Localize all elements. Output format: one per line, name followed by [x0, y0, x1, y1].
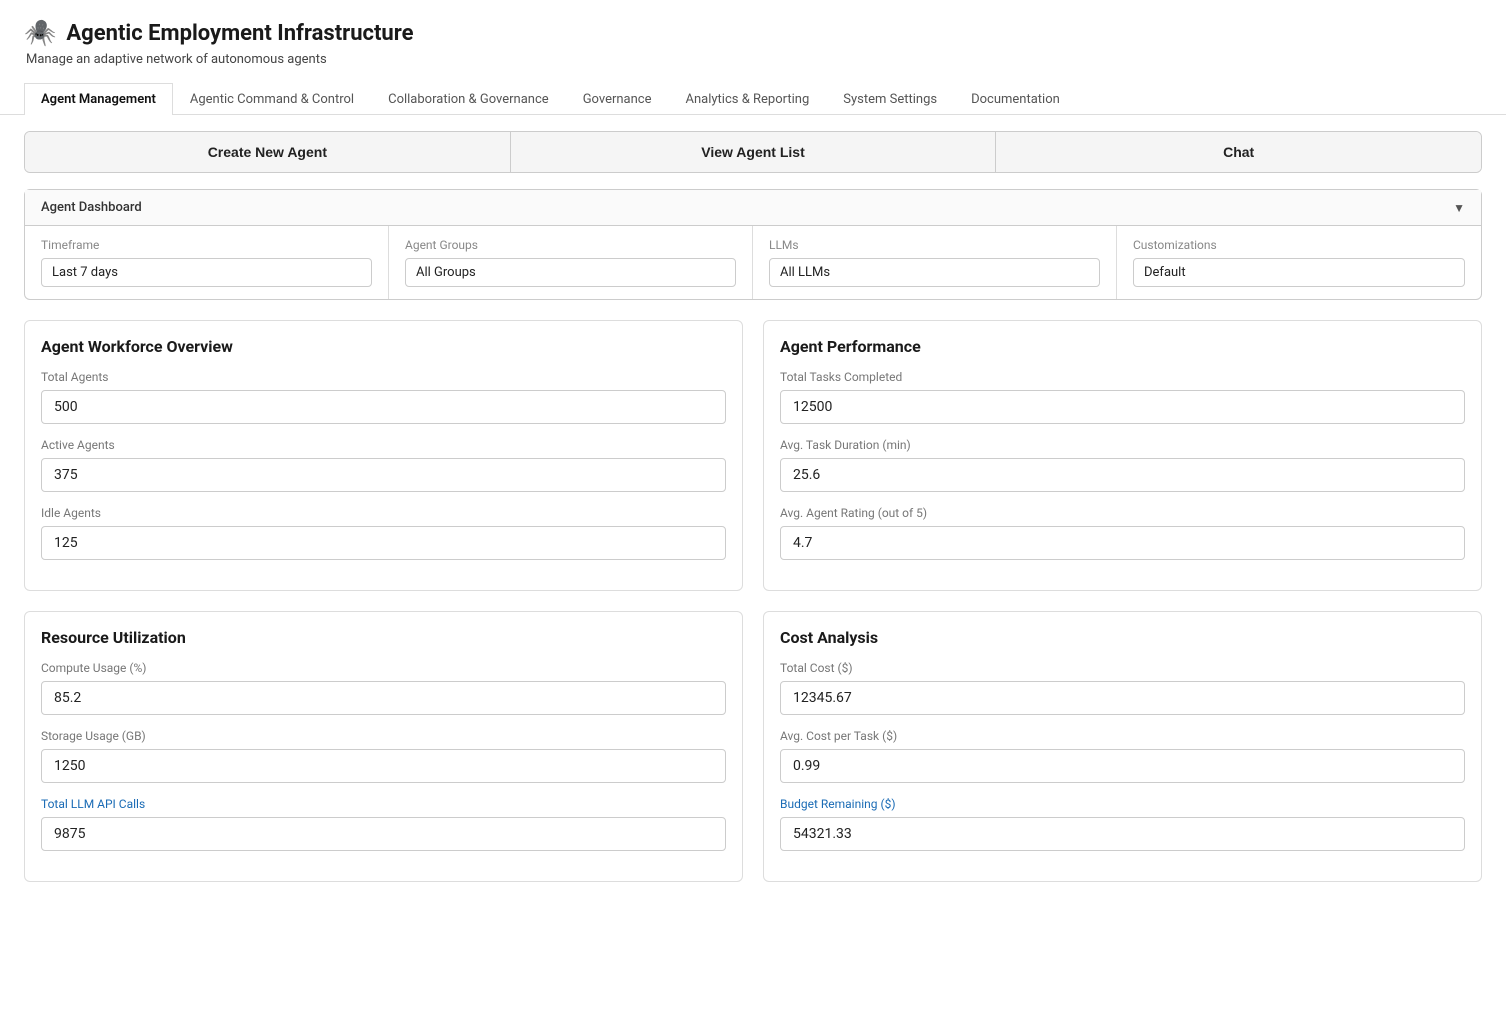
customizations-label: Customizations: [1133, 238, 1465, 252]
dashboard-header[interactable]: Agent Dashboard ▼: [25, 190, 1481, 226]
budget-remaining-group: Budget Remaining ($) 54321.33: [780, 797, 1465, 851]
total-agents-group: Total Agents 500: [41, 370, 726, 424]
customizations-filter: Customizations Default: [1117, 226, 1481, 299]
app-header: 🕷️ Agentic Employment Infrastructure Man…: [0, 0, 1506, 73]
timeframe-label: Timeframe: [41, 238, 372, 252]
compute-label: Compute Usage (%): [41, 661, 726, 675]
budget-label: Budget Remaining ($): [780, 797, 1465, 811]
top-metrics-row: Agent Workforce Overview Total Agents 50…: [24, 320, 1482, 591]
storage-usage-group: Storage Usage (GB) 1250: [41, 729, 726, 783]
chevron-down-icon: ▼: [1453, 201, 1465, 215]
app-title: 🕷️ Agentic Employment Infrastructure: [24, 18, 1482, 48]
customizations-value[interactable]: Default: [1133, 258, 1465, 287]
idle-agents-label: Idle Agents: [41, 506, 726, 520]
avg-cost-value: 0.99: [780, 749, 1465, 783]
tab-analytics-reporting[interactable]: Analytics & Reporting: [669, 83, 827, 115]
agent-groups-label: Agent Groups: [405, 238, 736, 252]
tab-bar: Agent Management Agentic Command & Contr…: [0, 83, 1506, 115]
chat-button[interactable]: Chat: [996, 132, 1481, 172]
main-content: Create New Agent View Agent List Chat Ag…: [0, 115, 1506, 918]
avg-rating-value: 4.7: [780, 526, 1465, 560]
agent-dashboard: Agent Dashboard ▼ Timeframe Last 7 days …: [24, 189, 1482, 300]
action-buttons: Create New Agent View Agent List Chat: [24, 131, 1482, 173]
llms-filter: LLMs All LLMs: [753, 226, 1117, 299]
agent-groups-value[interactable]: All Groups: [405, 258, 736, 287]
tab-agentic-command[interactable]: Agentic Command & Control: [173, 83, 371, 115]
total-cost-value: 12345.67: [780, 681, 1465, 715]
agent-performance-section: Agent Performance Total Tasks Completed …: [763, 320, 1482, 591]
avg-cost-group: Avg. Cost per Task ($) 0.99: [780, 729, 1465, 783]
llm-api-group: Total LLM API Calls 9875: [41, 797, 726, 851]
idle-agents-value: 125: [41, 526, 726, 560]
active-agents-value: 375: [41, 458, 726, 492]
view-agent-list-button[interactable]: View Agent List: [511, 132, 997, 172]
cost-title: Cost Analysis: [780, 628, 1465, 647]
total-agents-value: 500: [41, 390, 726, 424]
timeframe-value[interactable]: Last 7 days: [41, 258, 372, 287]
tasks-completed-value: 12500: [780, 390, 1465, 424]
total-cost-group: Total Cost ($) 12345.67: [780, 661, 1465, 715]
idle-agents-group: Idle Agents 125: [41, 506, 726, 560]
app-icon: 🕷️: [24, 18, 56, 48]
avg-cost-label: Avg. Cost per Task ($): [780, 729, 1465, 743]
avg-duration-label: Avg. Task Duration (min): [780, 438, 1465, 452]
active-agents-label: Active Agents: [41, 438, 726, 452]
tab-system-settings[interactable]: System Settings: [826, 83, 954, 115]
avg-duration-value: 25.6: [780, 458, 1465, 492]
performance-title: Agent Performance: [780, 337, 1465, 356]
avg-rating-label: Avg. Agent Rating (out of 5): [780, 506, 1465, 520]
tasks-completed-group: Total Tasks Completed 12500: [780, 370, 1465, 424]
tab-collaboration-governance[interactable]: Collaboration & Governance: [371, 83, 566, 115]
workforce-title: Agent Workforce Overview: [41, 337, 726, 356]
active-agents-group: Active Agents 375: [41, 438, 726, 492]
avg-duration-group: Avg. Task Duration (min) 25.6: [780, 438, 1465, 492]
storage-label: Storage Usage (GB): [41, 729, 726, 743]
llm-api-value: 9875: [41, 817, 726, 851]
bottom-metrics-row: Resource Utilization Compute Usage (%) 8…: [24, 611, 1482, 882]
cost-analysis-section: Cost Analysis Total Cost ($) 12345.67 Av…: [763, 611, 1482, 882]
tasks-completed-label: Total Tasks Completed: [780, 370, 1465, 384]
agent-groups-filter: Agent Groups All Groups: [389, 226, 753, 299]
storage-value: 1250: [41, 749, 726, 783]
filter-row: Timeframe Last 7 days Agent Groups All G…: [25, 226, 1481, 299]
llm-api-label: Total LLM API Calls: [41, 797, 726, 811]
avg-rating-group: Avg. Agent Rating (out of 5) 4.7: [780, 506, 1465, 560]
llms-value[interactable]: All LLMs: [769, 258, 1100, 287]
resource-title: Resource Utilization: [41, 628, 726, 647]
compute-value: 85.2: [41, 681, 726, 715]
dashboard-title: Agent Dashboard: [41, 200, 142, 215]
total-agents-label: Total Agents: [41, 370, 726, 384]
workforce-overview-section: Agent Workforce Overview Total Agents 50…: [24, 320, 743, 591]
app-title-text: Agentic Employment Infrastructure: [66, 21, 413, 46]
llms-label: LLMs: [769, 238, 1100, 252]
tab-governance[interactable]: Governance: [566, 83, 669, 115]
tab-agent-management[interactable]: Agent Management: [24, 83, 173, 115]
app-subtitle: Manage an adaptive network of autonomous…: [26, 52, 1482, 67]
resource-utilization-section: Resource Utilization Compute Usage (%) 8…: [24, 611, 743, 882]
create-new-agent-button[interactable]: Create New Agent: [25, 132, 511, 172]
budget-value: 54321.33: [780, 817, 1465, 851]
timeframe-filter: Timeframe Last 7 days: [25, 226, 389, 299]
total-cost-label: Total Cost ($): [780, 661, 1465, 675]
compute-usage-group: Compute Usage (%) 85.2: [41, 661, 726, 715]
tab-documentation[interactable]: Documentation: [954, 83, 1077, 115]
